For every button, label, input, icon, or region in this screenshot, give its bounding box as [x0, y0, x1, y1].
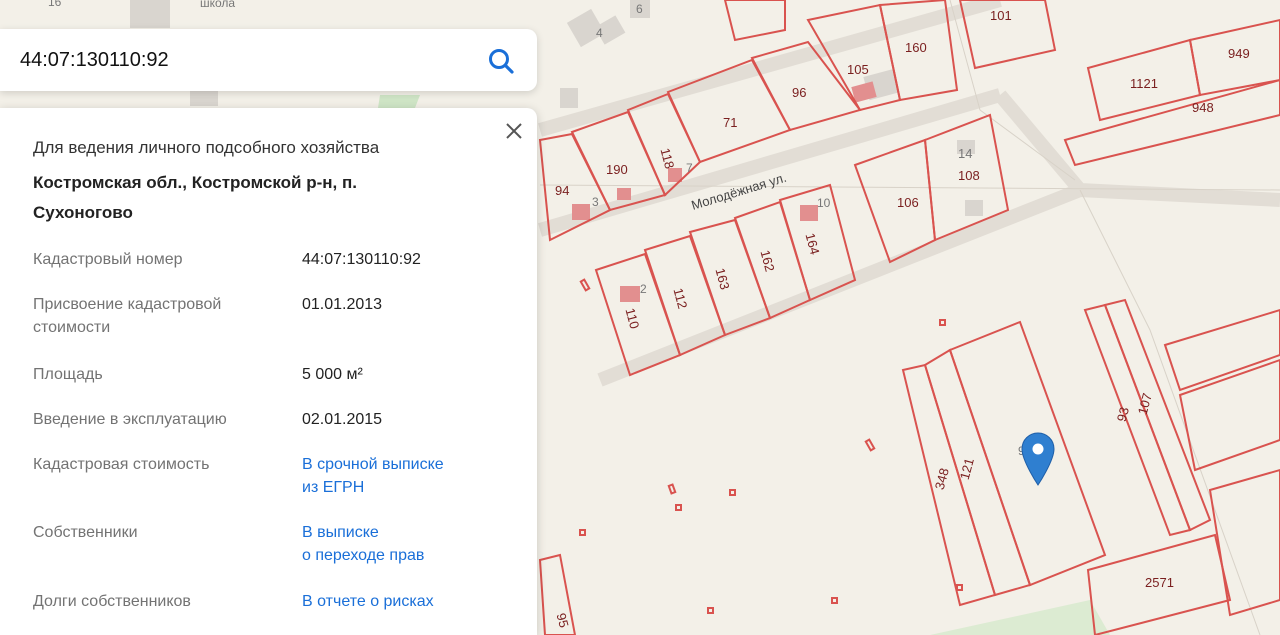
school-label: школа	[200, 0, 235, 10]
info-value: 44:07:130110:92	[302, 251, 421, 268]
info-value: 5 000 м²	[302, 366, 363, 383]
info-value: 02.01.2015	[302, 411, 383, 428]
house-number: 2	[640, 282, 647, 296]
house-number: 7	[686, 161, 693, 175]
info-key: Присвоение кадастровой стоимости	[33, 296, 222, 336]
info-value: 01.01.2013	[302, 296, 383, 313]
search-icon[interactable]	[487, 47, 515, 75]
lot-label: 949	[1228, 46, 1250, 61]
rights-transfer-link[interactable]: В выписке о переходе прав	[302, 521, 502, 567]
link-line: В выписке	[302, 524, 379, 541]
info-key: Кадастровая стоимость	[33, 456, 210, 473]
search-input[interactable]	[0, 39, 462, 81]
lot-label: 160	[905, 40, 927, 55]
lot-label: 71	[723, 115, 737, 130]
info-key: Долги собственников	[33, 593, 191, 610]
lot-label: 1121	[1130, 76, 1158, 91]
house-number: 4	[596, 26, 603, 40]
egrn-extract-link[interactable]: В срочной выписке из ЕГРН	[302, 453, 502, 499]
info-key: Введение в эксплуатацию	[33, 411, 227, 428]
lot-label: 94	[555, 183, 569, 198]
lot-label: 14	[958, 146, 972, 161]
link-line: В срочной выписке	[302, 456, 444, 473]
land-purpose: Для ведения личного подсобного хозяйства	[33, 138, 380, 157]
search-bar	[0, 29, 537, 91]
parcel-info-panel: Для ведения личного подсобного хозяйства…	[0, 108, 537, 635]
close-icon[interactable]	[503, 120, 525, 142]
house-number: 6	[636, 2, 643, 16]
lot-label: 96	[792, 85, 806, 100]
location-pin-icon[interactable]	[1021, 432, 1055, 486]
link-line: о переходе прав	[302, 547, 425, 564]
lot-label: 101	[990, 8, 1012, 23]
house-number: 3	[592, 195, 599, 209]
house-number: 16	[48, 0, 62, 9]
lot-label: 190	[606, 162, 628, 177]
lot-label: 106	[897, 195, 919, 210]
lot-label: 108	[958, 168, 980, 183]
info-key: Кадастровый номер	[33, 251, 183, 268]
house-number: 10	[817, 196, 831, 210]
lot-label: 105	[847, 62, 869, 77]
risk-report-link[interactable]: В отчете о рисках	[302, 590, 502, 613]
parcel-address: Костромская обл., Костромской р-н, п. Су…	[33, 173, 357, 222]
link-line: из ЕГРН	[302, 479, 365, 496]
lot-label: 2571	[1145, 575, 1174, 590]
info-key: Собственники	[33, 524, 138, 541]
info-key: Площадь	[33, 366, 103, 383]
lot-label: 948	[1192, 100, 1214, 115]
